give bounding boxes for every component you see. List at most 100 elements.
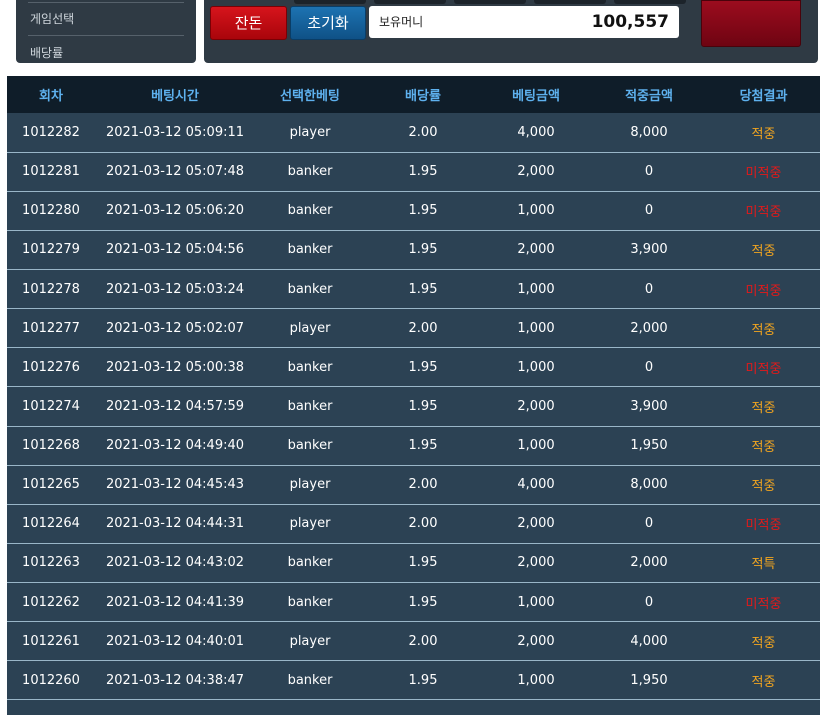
cell-win-amount: 0 [644, 594, 654, 610]
betting-control-panel: 잔돈 초기화 보유머니 100,557 [204, 0, 818, 63]
cell-selected-bet: banker [287, 203, 333, 219]
game-side-menu: 게임선택 배당률 [16, 0, 196, 63]
cell-bet-amount: 1,000 [517, 359, 555, 375]
cell-selected-bet: player [289, 477, 331, 493]
menu-item-odds[interactable]: 배당률 [30, 44, 63, 61]
cell-bet-time: 2021-03-12 05:03:24 [105, 281, 245, 297]
cell-win-amount: 3,900 [630, 398, 668, 414]
table-row: 1012268 2021-03-12 04:49:40 banker 1.95 1,00… [7, 426, 820, 466]
table-row: 1012261 2021-03-12 04:40:01 player 2.00 2,00… [7, 621, 820, 661]
cell-odds: 1.95 [408, 359, 438, 375]
cell-odds: 2.00 [408, 516, 438, 532]
betting-history-table: 회차 베팅시간 선택한베팅 배당률 베팅금액 적중금액 당첨결과 1012282… [7, 76, 820, 700]
cell-round: 1012281 [22, 164, 80, 180]
table-row: 1012280 2021-03-12 05:06:20 banker 1.95 1,00… [7, 191, 820, 231]
cell-selected-bet: banker [287, 164, 333, 180]
cell-round: 1012280 [22, 203, 80, 219]
header-bet-time: 베팅시간 [151, 89, 199, 104]
cell-selected-bet: banker [287, 242, 333, 258]
cell-bet-amount: 4,000 [517, 124, 555, 140]
cell-win-amount: 8,000 [630, 124, 668, 140]
top-control-area: 게임선택 배당률 잔돈 초기화 보유머니 100,557 [0, 0, 835, 68]
cell-bet-time: 2021-03-12 04:40:01 [105, 633, 245, 649]
cell-bet-time: 2021-03-12 04:38:47 [105, 672, 245, 688]
cell-selected-bet: banker [287, 281, 333, 297]
cell-round: 1012274 [22, 398, 80, 414]
cell-win-amount: 0 [644, 164, 654, 180]
cell-bet-amount: 2,000 [517, 164, 555, 180]
betting-history-table-container: 회차 베팅시간 선택한베팅 배당률 베팅금액 적중금액 당첨결과 1012282… [7, 76, 820, 715]
header-odds: 배당률 [405, 89, 441, 104]
cell-selected-bet: player [289, 320, 331, 336]
cell-result: 미적중 [745, 518, 782, 534]
cell-round: 1012268 [22, 438, 80, 454]
menu-divider [28, 35, 184, 36]
cell-bet-time: 2021-03-12 04:43:02 [105, 555, 245, 571]
cell-result: 미적중 [745, 205, 782, 221]
cell-odds: 1.95 [408, 594, 438, 610]
cell-bet-amount: 2,000 [517, 242, 555, 258]
cell-odds: 1.95 [408, 164, 438, 180]
cell-odds: 1.95 [408, 281, 438, 297]
cell-round: 1012278 [22, 281, 80, 297]
cell-round: 1012263 [22, 555, 80, 571]
table-row: 1012274 2021-03-12 04:57:59 banker 1.95 2,00… [7, 386, 820, 426]
table-row: 1012260 2021-03-12 04:38:47 banker 1.95 1,00… [7, 660, 820, 700]
cell-bet-time: 2021-03-12 05:06:20 [105, 203, 245, 219]
cell-win-amount: 1,950 [630, 438, 668, 454]
table-row: 1012282 2021-03-12 05:09:11 player 2.00 4,00… [7, 113, 820, 153]
cell-bet-amount: 2,000 [517, 516, 555, 532]
table-row: 1012281 2021-03-12 05:07:48 banker 1.95 2,00… [7, 152, 820, 192]
cell-result: 적중 [751, 244, 776, 260]
cell-bet-time: 2021-03-12 05:04:56 [105, 242, 245, 258]
cell-win-amount: 0 [644, 516, 654, 532]
cell-bet-time: 2021-03-12 04:57:59 [105, 398, 245, 414]
cell-bet-amount: 1,000 [517, 672, 555, 688]
cell-odds: 1.95 [408, 398, 438, 414]
cell-bet-time: 2021-03-12 04:45:43 [105, 477, 245, 493]
cell-selected-bet: banker [287, 555, 333, 571]
header-win-amount: 적중금액 [625, 89, 673, 104]
panel-tab [614, 0, 686, 4]
balance-label: 보유머니 [379, 15, 424, 29]
cell-odds: 1.95 [408, 242, 438, 258]
menu-item-game-select[interactable]: 게임선택 [30, 10, 74, 27]
cell-round: 1012282 [22, 124, 80, 140]
table-row: 1012276 2021-03-12 05:00:38 banker 1.95 1,00… [7, 347, 820, 387]
table-row: 1012262 2021-03-12 04:41:39 banker 1.95 1,00… [7, 582, 820, 622]
header-bet-amount: 베팅금액 [512, 89, 560, 104]
cell-result: 적중 [751, 674, 776, 690]
cell-odds: 2.00 [408, 124, 438, 140]
reset-button[interactable]: 초기화 [290, 6, 366, 40]
cell-bet-amount: 4,000 [517, 477, 555, 493]
cell-round: 1012277 [22, 320, 80, 336]
table-row: 1012263 2021-03-12 04:43:02 banker 1.95 2,00… [7, 543, 820, 583]
cell-odds: 1.95 [408, 555, 438, 571]
cell-bet-amount: 2,000 [517, 398, 555, 414]
cell-bet-amount: 2,000 [517, 555, 555, 571]
table-row: 1012264 2021-03-12 04:44:31 player 2.00 2,00… [7, 504, 820, 544]
cell-result: 미적중 [745, 283, 782, 299]
cell-result: 적특 [751, 557, 776, 573]
cell-selected-bet: banker [287, 359, 333, 375]
header-round: 회차 [39, 89, 63, 104]
cell-win-amount: 1,950 [630, 672, 668, 688]
panel-tab [374, 0, 446, 4]
change-button[interactable]: 잔돈 [210, 6, 287, 40]
cell-round: 1012279 [22, 242, 80, 258]
cell-selected-bet: banker [287, 438, 333, 454]
cell-result: 적중 [751, 400, 776, 416]
cell-bet-time: 2021-03-12 05:09:11 [105, 124, 245, 140]
table-row: 1012265 2021-03-12 04:45:43 player 2.00 4,00… [7, 465, 820, 505]
cell-bet-time: 2021-03-12 04:44:31 [105, 516, 245, 532]
cell-bet-amount: 1,000 [517, 281, 555, 297]
cell-win-amount: 0 [644, 359, 654, 375]
cell-result: 미적중 [745, 596, 782, 612]
cell-result: 적중 [751, 322, 776, 338]
cell-odds: 1.95 [408, 203, 438, 219]
cell-round: 1012276 [22, 359, 80, 375]
cell-bet-amount: 1,000 [517, 594, 555, 610]
cell-win-amount: 4,000 [630, 633, 668, 649]
panel-tab [294, 0, 366, 4]
bet-action-button[interactable] [701, 0, 801, 47]
